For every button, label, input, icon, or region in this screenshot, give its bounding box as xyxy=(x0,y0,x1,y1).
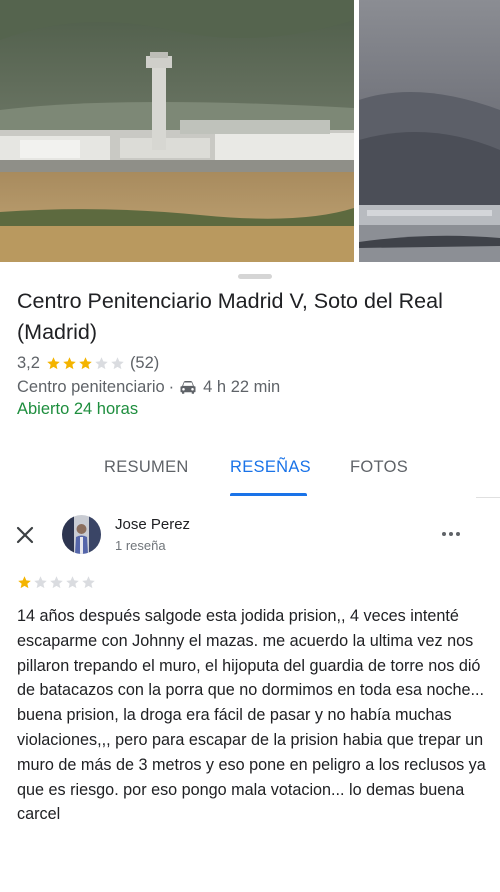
place-stars xyxy=(46,356,126,371)
reviewer-name[interactable]: Jose Perez xyxy=(115,516,190,533)
star-icon xyxy=(82,576,95,589)
more-options-icon[interactable] xyxy=(438,524,464,544)
prison-photo[interactable] xyxy=(0,0,354,262)
star-icon xyxy=(50,576,63,589)
review-count: (52) xyxy=(129,353,160,372)
star-icon xyxy=(63,356,76,369)
star-icon xyxy=(111,356,124,369)
tab-resenas[interactable]: RESEÑAS xyxy=(230,458,311,477)
rating-row[interactable]: 3,2 (52) xyxy=(17,352,159,374)
rating-value: 3,2 xyxy=(17,353,40,372)
review-stars xyxy=(17,575,97,590)
star-icon xyxy=(95,356,108,369)
separator-dot: · xyxy=(168,377,175,396)
star-icon xyxy=(66,576,79,589)
star-icon xyxy=(18,576,31,589)
drag-handle[interactable] xyxy=(238,274,272,279)
place-category: Centro penitenciario xyxy=(17,377,165,396)
travel-time: 4 h 22 min xyxy=(203,377,281,396)
category-row: Centro penitenciario · 4 h 22 min xyxy=(17,376,280,398)
tab-fotos[interactable]: FOTOS xyxy=(350,458,408,477)
hours-status[interactable]: Abierto 24 horas xyxy=(17,400,138,419)
place-title: Centro Penitenciario Madrid V, Soto del … xyxy=(17,289,443,344)
divider xyxy=(476,497,500,498)
avatar[interactable] xyxy=(62,515,101,554)
tab-bar: RESUMEN RESEÑAS FOTOS xyxy=(0,440,500,500)
active-tab-indicator xyxy=(230,493,307,496)
star-icon xyxy=(47,356,60,369)
aerial-photo[interactable] xyxy=(359,0,500,262)
star-icon xyxy=(34,576,47,589)
tab-resumen[interactable]: RESUMEN xyxy=(104,458,189,477)
close-icon[interactable] xyxy=(13,523,37,547)
star-icon xyxy=(79,356,92,369)
photo-gallery[interactable] xyxy=(0,0,500,262)
car-icon xyxy=(180,381,196,394)
reviewer-review-count: 1 reseña xyxy=(115,538,166,553)
review-text: 14 años después salgode esta jodida pris… xyxy=(17,607,486,824)
